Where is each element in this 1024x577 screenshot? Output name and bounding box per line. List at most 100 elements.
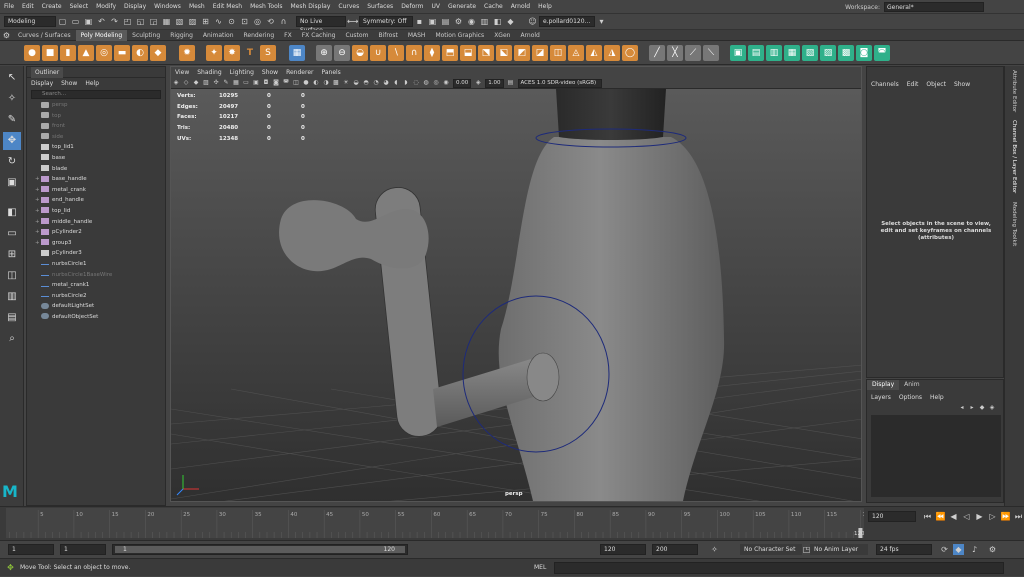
move-layer-up-icon[interactable]: ◂	[958, 404, 966, 412]
layer-menu-options[interactable]: Options	[895, 392, 926, 403]
channel-menu-object[interactable]: Object	[922, 79, 950, 90]
spherical-map-icon[interactable]: ▦	[784, 44, 800, 61]
select-tool-icon[interactable]: ↖	[3, 69, 21, 87]
select-camera-icon[interactable]: ◈	[172, 79, 180, 87]
magnifier-icon[interactable]: ⌕	[3, 330, 21, 348]
render-view-icon[interactable]: ▥	[479, 16, 490, 27]
channel-menu-show[interactable]: Show	[950, 79, 974, 90]
field-chart-icon[interactable]: ◙	[272, 79, 280, 87]
end-time-field[interactable]: 200	[652, 544, 698, 555]
step-back-key-icon[interactable]: ⏪	[935, 511, 946, 522]
shelf-tab-xgen[interactable]: XGen	[489, 30, 515, 41]
poly-torus-icon[interactable]: ◎	[96, 44, 112, 61]
playback-start-field[interactable]: 1	[60, 544, 106, 555]
menu-deform[interactable]: Deform	[397, 0, 427, 14]
multi-cut-icon[interactable]: ╱	[649, 44, 665, 61]
shelf-tab-poly-modeling[interactable]: Poly Modeling	[75, 29, 128, 41]
command-line-input[interactable]	[554, 562, 1004, 574]
motion-blur-icon[interactable]: ◔	[372, 79, 380, 87]
character-set-dropdown[interactable]: No Character Set	[740, 544, 802, 555]
outliner-item[interactable]: nurbsCircle1BaseWire	[27, 270, 165, 281]
layer-menu-layers[interactable]: Layers	[867, 392, 895, 403]
platonic-solid-icon[interactable]: ◆	[150, 44, 166, 61]
snap-curve-icon[interactable]: ∿	[213, 16, 224, 27]
uv-shell-icon[interactable]: ◙	[856, 44, 872, 61]
layer-tab-display[interactable]: Display	[867, 380, 900, 390]
viewport-menu-lighting[interactable]: Lighting	[226, 67, 258, 78]
outliner-item[interactable]: persp	[27, 100, 165, 111]
viewport-menu-renderer[interactable]: Renderer	[282, 67, 317, 78]
outliner-item[interactable]: nurbsCircle1	[27, 259, 165, 270]
textured-icon[interactable]: ▩	[332, 79, 340, 87]
render-frame-icon[interactable]: ▣	[427, 16, 438, 27]
snap-grid-icon[interactable]: ⊞	[200, 16, 211, 27]
anim-layer-dropdown[interactable]: No Anim Layer	[810, 544, 868, 555]
shelf-tab-animation[interactable]: Animation	[198, 30, 239, 41]
mel-label[interactable]: MEL	[534, 559, 546, 577]
audio-icon[interactable]: ♪	[969, 544, 980, 555]
uv-editor-icon[interactable]: ▣	[730, 44, 746, 61]
gate-mask-icon[interactable]: ◘	[262, 79, 270, 87]
fps-dropdown[interactable]: 24 fps	[876, 544, 932, 555]
camera-attributes-icon[interactable]: ◇	[182, 79, 190, 87]
grid-icon[interactable]: ▦	[289, 44, 305, 61]
auto-map-icon[interactable]: ▧	[802, 44, 818, 61]
arnold-icon[interactable]: ◆	[505, 16, 516, 27]
viewport-menu-show[interactable]: Show	[258, 67, 282, 78]
channel-menu-channels[interactable]: Channels	[867, 79, 903, 90]
auto-key-icon[interactable]: ◆	[953, 544, 964, 555]
isolate-select-icon[interactable]: ◗	[402, 79, 410, 87]
super-shape-icon[interactable]: ✹	[179, 44, 195, 61]
play-forward-icon[interactable]: ▶	[974, 511, 985, 522]
outliner-item[interactable]: defaultLightSet	[27, 301, 165, 312]
mirror-icon[interactable]: ⧫	[424, 44, 440, 61]
face-mask-icon[interactable]: ▨	[187, 16, 198, 27]
type-tool-icon[interactable]: T	[242, 45, 258, 61]
wireframe-icon[interactable]: ◫	[292, 79, 300, 87]
grid-toggle-icon[interactable]: ▦	[232, 79, 240, 87]
poke-icon[interactable]: ◯	[622, 44, 638, 61]
bool-difference-icon[interactable]: ∖	[388, 44, 404, 61]
open-scene-icon[interactable]: ▭	[70, 16, 81, 27]
depth-of-field-icon[interactable]: ◖	[392, 79, 400, 87]
grease-pencil-icon[interactable]: ✎	[222, 79, 230, 87]
menu-modify[interactable]: Modify	[92, 0, 120, 14]
outliner-item[interactable]: nurbsCircle2	[27, 291, 165, 302]
append-icon[interactable]: ◪	[532, 44, 548, 61]
paint-select-icon[interactable]: ✎	[3, 111, 21, 129]
menu-windows[interactable]: Windows	[150, 0, 185, 14]
color-space-dropdown[interactable]: ACES 1.0 SDR-video (sRGB)	[517, 78, 602, 88]
snap-view-icon[interactable]: ⊡	[239, 16, 250, 27]
viewport-panel[interactable]: View Shading Lighting Show Renderer Panels ◈ …	[170, 66, 862, 502]
range-handle[interactable]	[115, 546, 405, 553]
menu-arnold[interactable]: Arnold	[507, 0, 534, 14]
lights-icon[interactable]: ☀	[342, 79, 350, 87]
bookmark-icon[interactable]: ◆	[192, 79, 200, 87]
character-set-icon[interactable]: ✧	[709, 544, 720, 555]
edge-loop-icon[interactable]: ╳	[667, 44, 683, 61]
outliner-item[interactable]: front	[27, 121, 165, 132]
go-to-start-icon[interactable]: ⏮	[922, 511, 933, 522]
svg-tool-icon[interactable]: S	[260, 44, 276, 61]
outliner-layout-icon[interactable]: ▤	[3, 309, 21, 327]
outliner-item[interactable]: + group3	[27, 238, 165, 249]
play-back-icon[interactable]: ◁	[961, 511, 972, 522]
move-tool-icon[interactable]: ✥	[3, 132, 21, 150]
undo-icon[interactable]: ↶	[96, 16, 107, 27]
offset-edge-icon[interactable]: ⟍	[703, 44, 719, 61]
step-back-frame-icon[interactable]: ◀	[948, 511, 959, 522]
outliner-item[interactable]: + middle_handle	[27, 217, 165, 228]
shelf-tab-rendering[interactable]: Rendering	[239, 30, 280, 41]
wedge-icon[interactable]: ◮	[604, 44, 620, 61]
xray-joints-icon[interactable]: ◍	[422, 79, 430, 87]
account-menu-icon[interactable]: ▾	[596, 16, 607, 27]
shelf-tab-rigging[interactable]: Rigging	[165, 30, 198, 41]
shelf-tab-arnold[interactable]: Arnold	[515, 30, 544, 41]
resolution-gate-icon[interactable]: ▣	[252, 79, 260, 87]
unfold-icon[interactable]: ▨	[820, 44, 836, 61]
bevel-icon[interactable]: ⬔	[478, 44, 494, 61]
rotate-tool-icon[interactable]: ↻	[3, 153, 21, 171]
menu-file[interactable]: File	[0, 0, 18, 14]
single-view-icon[interactable]: ▭	[3, 225, 21, 243]
smooth-icon[interactable]: ◒	[352, 44, 368, 61]
